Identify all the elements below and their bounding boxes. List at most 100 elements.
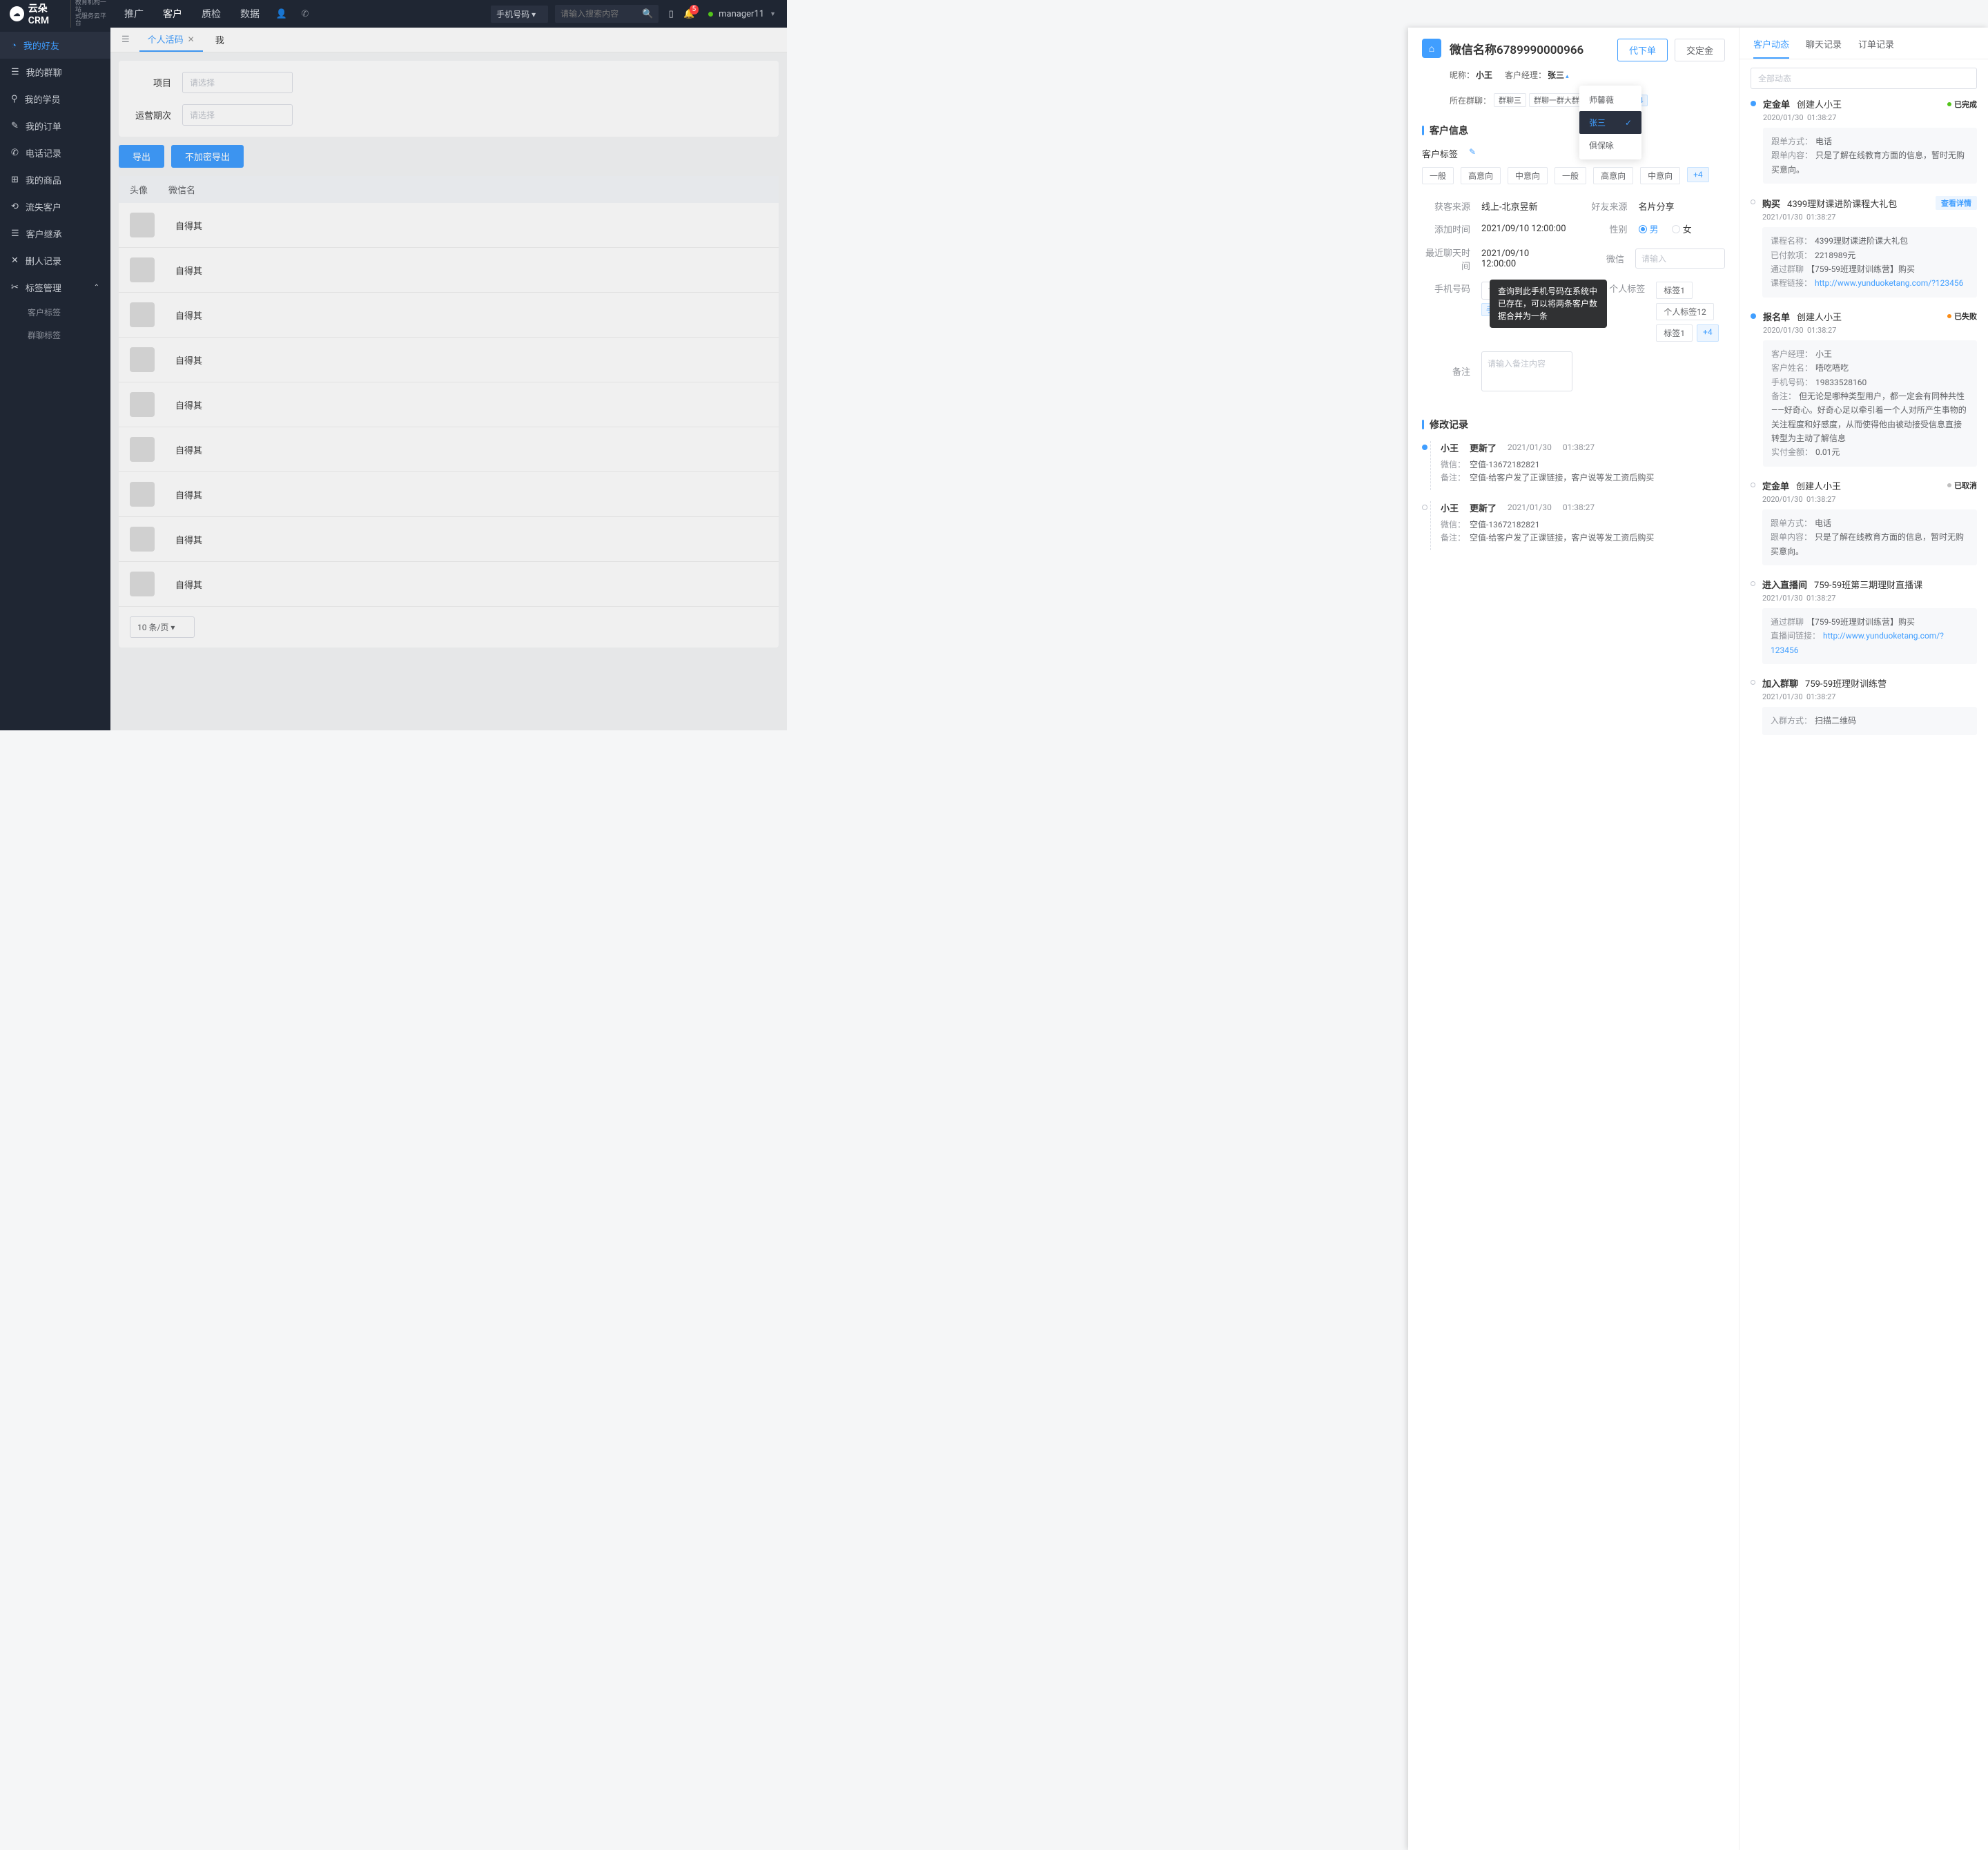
timeline-dot bbox=[1751, 680, 1755, 685]
mobile-icon[interactable]: ▯ bbox=[665, 8, 676, 19]
section-modlog: 修改记录 bbox=[1408, 415, 1739, 434]
deposit-button[interactable]: 交定金 bbox=[1675, 39, 1725, 61]
top-search: 手机号码 ▾ 🔍 ▯ 🔔5 manager11 ▼ bbox=[491, 5, 776, 23]
activity-card: 通过群聊【759-59班理财训练营】购买直播间链接：http://www.yun… bbox=[1762, 608, 1977, 664]
sidebar-item-orders[interactable]: ✎我的订单 bbox=[0, 113, 110, 139]
manager-dropdown: 师馨薇 张三✓ 俱保咏 bbox=[1579, 86, 1641, 159]
link[interactable]: http://www.yunduoketang.com/?123456 bbox=[1815, 278, 1963, 288]
search-box: 🔍 bbox=[555, 5, 659, 23]
logo-text: 云朵CRM bbox=[28, 1, 66, 26]
notif-badge: 5 bbox=[690, 5, 699, 14]
sidebar-item-calls[interactable]: ✆电话记录 bbox=[0, 139, 110, 166]
tags-more[interactable]: +4 bbox=[1687, 167, 1709, 182]
logo-icon: ☁ bbox=[10, 6, 24, 21]
main: ◔我的好友 ☰我的群聊 ⚲我的学员 ✎我的订单 ✆电话记录 ⊞我的商品 ⟲流失客… bbox=[0, 28, 787, 730]
sidebar-item-friends[interactable]: ◔我的好友 bbox=[0, 32, 110, 59]
drawer-right: 客户动态 聊天记录 订单记录 全部动态 定金单创建人小王已完成2020/01/3… bbox=[1740, 28, 1988, 1850]
sidebar-item-lost[interactable]: ⟲流失客户 bbox=[0, 193, 110, 220]
ptag-more[interactable]: +4 bbox=[1697, 324, 1719, 342]
timeline-item: 加入群聊759-59班理财训练营2021/01/30 01:38:27入群方式：… bbox=[1751, 676, 1977, 734]
nav-customer[interactable]: 客户 bbox=[163, 7, 182, 21]
dd-item-2[interactable]: 俱保咏 bbox=[1579, 134, 1641, 157]
remark-textarea[interactable]: 请输入备注内容 bbox=[1481, 351, 1572, 391]
tag: 中意向 bbox=[1640, 167, 1680, 184]
section-custinfo: 客户信息 bbox=[1408, 121, 1739, 140]
timeline-dot bbox=[1422, 445, 1427, 450]
view-detail-link[interactable]: 查看详情 bbox=[1936, 196, 1977, 210]
drawer-overlay[interactable] bbox=[110, 28, 787, 730]
phone-icon[interactable]: ✆ bbox=[300, 8, 311, 19]
logo: ☁ 云朵CRM 教育机构一站式服务云平台 bbox=[0, 0, 110, 28]
timeline-dot bbox=[1751, 313, 1756, 319]
user-icon[interactable]: 👤 bbox=[276, 8, 287, 19]
nav-promo[interactable]: 推广 bbox=[124, 7, 144, 21]
timeline-dot bbox=[1422, 505, 1427, 510]
manager-dropdown-trigger[interactable]: 张三 bbox=[1548, 70, 1564, 80]
sidebar-item-goods[interactable]: ⊞我的商品 bbox=[0, 166, 110, 193]
tab-activity[interactable]: 客户动态 bbox=[1753, 37, 1789, 59]
proxy-order-button[interactable]: 代下单 bbox=[1617, 39, 1668, 61]
sidebar-item-tags[interactable]: ✂标签管理⌃ bbox=[0, 274, 110, 301]
sidebar-item-students[interactable]: ⚲我的学员 bbox=[0, 86, 110, 113]
timeline-item: 定金单创建人小王已完成2020/01/30 01:38:27跟单方式：电话跟单内… bbox=[1751, 97, 1977, 184]
nav-qc[interactable]: 质检 bbox=[202, 7, 221, 21]
tab-orders[interactable]: 订单记录 bbox=[1858, 37, 1894, 59]
drawer-left: ⌂ 微信名称6789990000966 代下单 交定金 昵称：小王 客户经理：张… bbox=[1408, 28, 1740, 1850]
ptag: 个人标签12 bbox=[1656, 303, 1714, 320]
check-icon: ✓ bbox=[1625, 118, 1632, 128]
bell-wrap[interactable]: 🔔5 bbox=[683, 8, 694, 19]
log-item: 小王更新了2021/01/3001:38:27微信：空值-13672182821… bbox=[1422, 501, 1725, 550]
dd-item-0[interactable]: 师馨薇 bbox=[1579, 88, 1641, 111]
timeline-item: 报名单创建人小王已失败2020/01/30 01:38:27客户经理：小王客户姓… bbox=[1751, 310, 1977, 467]
timeline-item: 购买4399理财课进阶课程大礼包查看详情2021/01/30 01:38:27课… bbox=[1751, 196, 1977, 298]
timeline-dot bbox=[1751, 581, 1755, 586]
activity-tabs: 客户动态 聊天记录 订单记录 bbox=[1740, 28, 1988, 59]
activity-card: 课程名称：4399理财课进阶课大礼包已付款项：2218989元通过群聊【759-… bbox=[1762, 227, 1977, 298]
tag: 一般 bbox=[1555, 167, 1586, 184]
username: manager11 bbox=[719, 9, 764, 19]
caret-up-icon: ▴ bbox=[1566, 73, 1569, 80]
top-icons: 👤 ✆ bbox=[276, 8, 311, 19]
customer-tags: 客户标签 ✎ bbox=[1408, 140, 1739, 167]
nav-data[interactable]: 数据 bbox=[240, 7, 260, 21]
timeline-item: 定金单创建人小王已取消2020/01/30 01:38:27跟单方式：电话跟单内… bbox=[1751, 479, 1977, 565]
status-badge: 已失败 bbox=[1947, 311, 1977, 322]
tab-chat[interactable]: 聊天记录 bbox=[1806, 37, 1842, 59]
activity-card: 跟单方式：电话跟单内容：只是了解在线教育方面的信息，暂时无购买意向。 bbox=[1762, 509, 1977, 565]
drawer-title: 微信名称6789990000966 bbox=[1450, 40, 1583, 57]
dd-item-1[interactable]: 张三✓ bbox=[1579, 111, 1641, 134]
status-badge: 已取消 bbox=[1947, 480, 1977, 491]
edit-tags-icon[interactable]: ✎ bbox=[1469, 147, 1476, 157]
info-grid: 获客来源线上-北京昱新 好友来源名片分享 添加时间2021/09/10 12:0… bbox=[1408, 191, 1739, 409]
radio-female[interactable] bbox=[1672, 225, 1680, 233]
log-item: 小王更新了2021/01/3001:38:27微信：空值-13672182821… bbox=[1422, 441, 1725, 490]
user-menu[interactable]: manager11 ▼ bbox=[708, 9, 776, 19]
search-input[interactable] bbox=[561, 9, 642, 19]
chevron-up-icon: ⌃ bbox=[94, 284, 99, 291]
sidebar-item-deletes[interactable]: ✕删人记录 bbox=[0, 247, 110, 274]
sidebar-item-inherit[interactable]: ☰客户继承 bbox=[0, 220, 110, 247]
sidebar-sub-grouptags[interactable]: 群聊标签 bbox=[0, 324, 110, 347]
timeline-dot bbox=[1751, 101, 1756, 106]
search-icon[interactable]: 🔍 bbox=[642, 8, 653, 19]
group-tag: 群聊三 bbox=[1494, 93, 1526, 107]
gender-radio[interactable]: 男 女 bbox=[1639, 222, 1726, 236]
activity-timeline: 定金单创建人小王已完成2020/01/30 01:38:27跟单方式：电话跟单内… bbox=[1740, 97, 1988, 1850]
chevron-down-icon: ▼ bbox=[770, 10, 776, 18]
sidebar-sub-custtags[interactable]: 客户标签 bbox=[0, 301, 110, 324]
search-type-select[interactable]: 手机号码 ▾ bbox=[491, 6, 548, 23]
tag: 高意向 bbox=[1461, 167, 1501, 184]
radio-male[interactable] bbox=[1639, 225, 1647, 233]
group-tag: 群聊一群大群 bbox=[1529, 93, 1584, 107]
wechat-input[interactable]: 请输入 bbox=[1635, 249, 1725, 269]
sidebar-item-groups[interactable]: ☰我的群聊 bbox=[0, 59, 110, 86]
activity-card: 入群方式：扫描二维码 bbox=[1762, 707, 1977, 734]
drawer-meta: 昵称：小王 客户经理：张三▴ 师馨薇 张三✓ 俱保咏 所在群聊： 群聊三 群聊一… bbox=[1408, 69, 1739, 115]
timeline-dot bbox=[1751, 483, 1755, 487]
sidebar: ◔我的好友 ☰我的群聊 ⚲我的学员 ✎我的订单 ✆电话记录 ⊞我的商品 ⟲流失客… bbox=[0, 28, 110, 730]
activity-filter-select[interactable]: 全部动态 bbox=[1751, 68, 1977, 89]
phone-duplicate-tooltip: 查询到此手机号码在系统中已存在，可以将两条客户数据合并为一条 bbox=[1490, 280, 1607, 328]
logo-subtitle: 教育机构一站式服务云平台 bbox=[70, 0, 110, 28]
timeline-dot bbox=[1751, 199, 1755, 204]
tag: 高意向 bbox=[1593, 167, 1633, 184]
